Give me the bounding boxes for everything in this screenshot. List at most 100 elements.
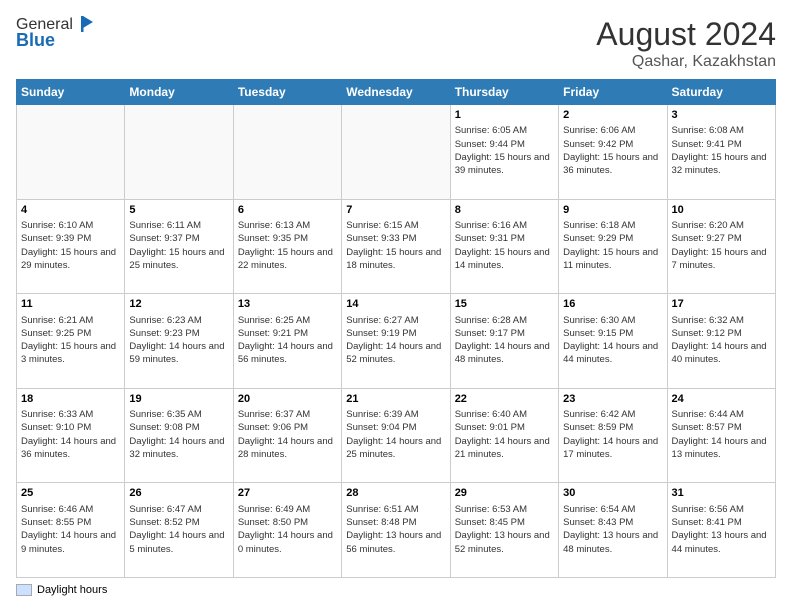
calendar-cell [125,105,233,200]
day-info-line: Sunset: 8:45 PM [455,516,554,529]
day-info-line: Sunrise: 6:20 AM [672,219,771,232]
col-header-saturday: Saturday [667,80,775,105]
day-number: 14 [346,297,445,312]
day-info-line: Sunrise: 6:11 AM [129,219,228,232]
day-info-line: Daylight: 14 hours and 59 minutes. [129,340,228,367]
day-number: 25 [21,486,120,501]
calendar-cell: 19Sunrise: 6:35 AMSunset: 9:08 PMDayligh… [125,388,233,483]
day-info-line: Sunrise: 6:15 AM [346,219,445,232]
day-info-line: Sunset: 9:12 PM [672,327,771,340]
day-info-line: Sunset: 9:41 PM [672,138,771,151]
day-number: 29 [455,486,554,501]
calendar-cell: 14Sunrise: 6:27 AMSunset: 9:19 PMDayligh… [342,294,450,389]
day-info-line: Daylight: 15 hours and 7 minutes. [672,246,771,273]
calendar-cell: 8Sunrise: 6:16 AMSunset: 9:31 PMDaylight… [450,199,558,294]
calendar-cell: 2Sunrise: 6:06 AMSunset: 9:42 PMDaylight… [559,105,667,200]
calendar-cell: 11Sunrise: 6:21 AMSunset: 9:25 PMDayligh… [17,294,125,389]
day-info-line: Daylight: 14 hours and 28 minutes. [238,435,337,462]
day-number: 26 [129,486,228,501]
day-info-line: Sunrise: 6:32 AM [672,314,771,327]
calendar-cell: 16Sunrise: 6:30 AMSunset: 9:15 PMDayligh… [559,294,667,389]
day-info-line: Sunrise: 6:56 AM [672,503,771,516]
calendar-cell: 12Sunrise: 6:23 AMSunset: 9:23 PMDayligh… [125,294,233,389]
day-info-line: Daylight: 15 hours and 3 minutes. [21,340,120,367]
day-info-line: Sunrise: 6:30 AM [563,314,662,327]
calendar-table: SundayMondayTuesdayWednesdayThursdayFrid… [16,79,776,578]
page: General Blue August 2024 Qashar, Kazakhs… [0,0,792,612]
day-info-line: Daylight: 15 hours and 18 minutes. [346,246,445,273]
day-info-line: Sunset: 9:17 PM [455,327,554,340]
day-info-line: Sunset: 9:37 PM [129,232,228,245]
calendar-cell: 17Sunrise: 6:32 AMSunset: 9:12 PMDayligh… [667,294,775,389]
day-info-line: Sunset: 9:08 PM [129,421,228,434]
day-info-line: Sunset: 9:04 PM [346,421,445,434]
day-info-line: Daylight: 13 hours and 44 minutes. [672,529,771,556]
day-info-line: Sunrise: 6:39 AM [346,408,445,421]
calendar-cell: 29Sunrise: 6:53 AMSunset: 8:45 PMDayligh… [450,483,558,578]
day-info-line: Sunset: 8:50 PM [238,516,337,529]
day-info-line: Sunset: 8:43 PM [563,516,662,529]
day-info-line: Sunrise: 6:28 AM [455,314,554,327]
col-header-monday: Monday [125,80,233,105]
calendar-cell: 9Sunrise: 6:18 AMSunset: 9:29 PMDaylight… [559,199,667,294]
calendar-cell: 22Sunrise: 6:40 AMSunset: 9:01 PMDayligh… [450,388,558,483]
day-info-line: Sunrise: 6:23 AM [129,314,228,327]
calendar-cell: 1Sunrise: 6:05 AMSunset: 9:44 PMDaylight… [450,105,558,200]
day-number: 7 [346,203,445,218]
day-number: 15 [455,297,554,312]
day-number: 31 [672,486,771,501]
day-number: 22 [455,392,554,407]
calendar-cell: 23Sunrise: 6:42 AMSunset: 8:59 PMDayligh… [559,388,667,483]
day-info-line: Sunset: 8:59 PM [563,421,662,434]
day-info-line: Sunrise: 6:33 AM [21,408,120,421]
day-info-line: Sunrise: 6:08 AM [672,124,771,137]
day-info-line: Daylight: 14 hours and 13 minutes. [672,435,771,462]
day-info-line: Daylight: 15 hours and 25 minutes. [129,246,228,273]
day-info-line: Daylight: 14 hours and 17 minutes. [563,435,662,462]
calendar-cell: 4Sunrise: 6:10 AMSunset: 9:39 PMDaylight… [17,199,125,294]
col-header-friday: Friday [559,80,667,105]
calendar-cell: 25Sunrise: 6:46 AMSunset: 8:55 PMDayligh… [17,483,125,578]
calendar-cell: 15Sunrise: 6:28 AMSunset: 9:17 PMDayligh… [450,294,558,389]
day-info-line: Daylight: 14 hours and 56 minutes. [238,340,337,367]
month-title: August 2024 [596,16,776,53]
day-number: 11 [21,297,120,312]
day-info-line: Sunset: 8:57 PM [672,421,771,434]
day-info-line: Sunset: 9:33 PM [346,232,445,245]
calendar-cell: 28Sunrise: 6:51 AMSunset: 8:48 PMDayligh… [342,483,450,578]
calendar-week-row: 25Sunrise: 6:46 AMSunset: 8:55 PMDayligh… [17,483,776,578]
day-info-line: Sunset: 9:15 PM [563,327,662,340]
logo-flag-icon [75,14,95,34]
day-info-line: Sunset: 8:41 PM [672,516,771,529]
calendar-cell: 31 Sunrise: 6:56 AMSunset: 8:41 PMDayligh… [667,483,775,578]
day-info-line: Sunrise: 6:54 AM [563,503,662,516]
day-info-line: Sunrise: 6:16 AM [455,219,554,232]
calendar-week-row: 18Sunrise: 6:33 AMSunset: 9:10 PMDayligh… [17,388,776,483]
col-header-wednesday: Wednesday [342,80,450,105]
day-info-line: Sunset: 9:06 PM [238,421,337,434]
legend: Daylight hours [16,584,776,596]
day-info-line: Sunset: 8:55 PM [21,516,120,529]
title-block: August 2024 Qashar, Kazakhstan [596,16,776,71]
day-number: 23 [563,392,662,407]
calendar-header-row: SundayMondayTuesdayWednesdayThursdayFrid… [17,80,776,105]
calendar-week-row: 4Sunrise: 6:10 AMSunset: 9:39 PM Daylight… [17,199,776,294]
day-info-line: Daylight: 13 hours and 52 minutes. [455,529,554,556]
day-info-line: Daylight: 15 hours and 22 minutes. [238,246,337,273]
header: General Blue August 2024 Qashar, Kazakhs… [16,16,776,71]
day-info-line: Sunset: 9:39 PM [21,232,120,245]
day-info-line: Daylight: 13 hours and 48 minutes. [563,529,662,556]
day-number: 4 [21,203,120,218]
day-info-line: Sunrise: 6:49 AM [238,503,337,516]
day-number: 21 [346,392,445,407]
day-info-line: Daylight: 15 hours and 11 minutes. [563,246,662,273]
calendar-cell: 24Sunrise: 6:44 AMSunset: 8:57 PMDayligh… [667,388,775,483]
calendar-cell: 5Sunrise: 6:11 AMSunset: 9:37 PMDaylight… [125,199,233,294]
day-info-line: Sunrise: 6:10 AM [21,219,120,232]
day-number: 2 [563,108,662,123]
day-info-line: Sunset: 9:19 PM [346,327,445,340]
day-info-line: Daylight: 15 hours and 36 minutes. [563,151,662,178]
day-number: 30 [563,486,662,501]
calendar-week-row: 11Sunrise: 6:21 AMSunset: 9:25 PMDayligh… [17,294,776,389]
day-number: 1 [455,108,554,123]
